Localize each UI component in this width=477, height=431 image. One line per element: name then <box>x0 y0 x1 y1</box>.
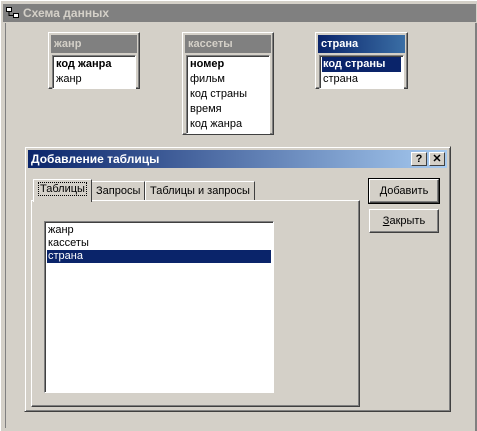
table-window-country[interactable]: страна код страны страна <box>315 32 408 89</box>
add-button[interactable]: Добавить <box>368 178 440 204</box>
table-list[interactable]: жанр кассеты страна <box>44 221 274 393</box>
tab-label: Таблицы и запросы <box>150 185 250 197</box>
field-item[interactable]: страна <box>322 72 401 87</box>
help-button[interactable]: ? <box>411 152 427 166</box>
relationships-icon <box>6 7 19 18</box>
tab-label: Таблицы <box>38 182 87 196</box>
table-window-genre[interactable]: жанр код жанра жанр <box>48 32 140 89</box>
field-item[interactable]: код страны <box>189 87 267 102</box>
field-item[interactable]: код страны <box>322 57 401 72</box>
list-item[interactable]: страна <box>47 250 271 263</box>
field-list-cassettes[interactable]: номер фильм код страны время код жанра <box>186 55 270 134</box>
tab-tables-and-queries[interactable]: Таблицы и запросы <box>145 181 255 201</box>
field-item[interactable]: номер <box>189 57 267 72</box>
field-item[interactable]: код жанра <box>55 57 133 72</box>
field-list-genre[interactable]: код жанра жанр <box>52 55 136 89</box>
tab-panel: жанр кассеты страна <box>31 200 360 407</box>
window-title-bar[interactable]: Схема данных <box>3 4 476 22</box>
show-table-dialog: Добавление таблицы ? ✕ Таблицы Запросы Т… <box>24 146 451 412</box>
list-item[interactable]: кассеты <box>47 237 271 250</box>
dialog-title: Добавление таблицы <box>31 152 160 166</box>
list-item[interactable]: жанр <box>47 224 271 237</box>
tab-tables[interactable]: Таблицы <box>33 179 92 202</box>
field-item[interactable]: время <box>189 102 267 117</box>
dialog-title-bar[interactable]: Добавление таблицы ? ✕ <box>28 150 447 168</box>
tab-queries[interactable]: Запросы <box>91 181 146 201</box>
close-button-label: акрыть <box>389 215 426 227</box>
field-list-country[interactable]: код страны страна <box>319 55 404 89</box>
window-title: Схема данных <box>23 6 109 20</box>
field-item[interactable]: фильм <box>189 72 267 87</box>
table-window-cassettes[interactable]: кассеты номер фильм код страны время код… <box>182 32 274 135</box>
tab-label: Запросы <box>96 185 141 197</box>
table-title-country[interactable]: страна <box>318 35 405 53</box>
add-button-label: обавить <box>387 185 429 197</box>
close-icon[interactable]: ✕ <box>429 152 445 166</box>
field-item[interactable]: код жанра <box>189 117 267 132</box>
table-title-genre[interactable]: жанр <box>51 35 137 53</box>
field-item[interactable]: жанр <box>55 72 133 87</box>
close-button[interactable]: Закрыть <box>369 209 439 233</box>
table-title-cassettes[interactable]: кассеты <box>185 35 271 53</box>
